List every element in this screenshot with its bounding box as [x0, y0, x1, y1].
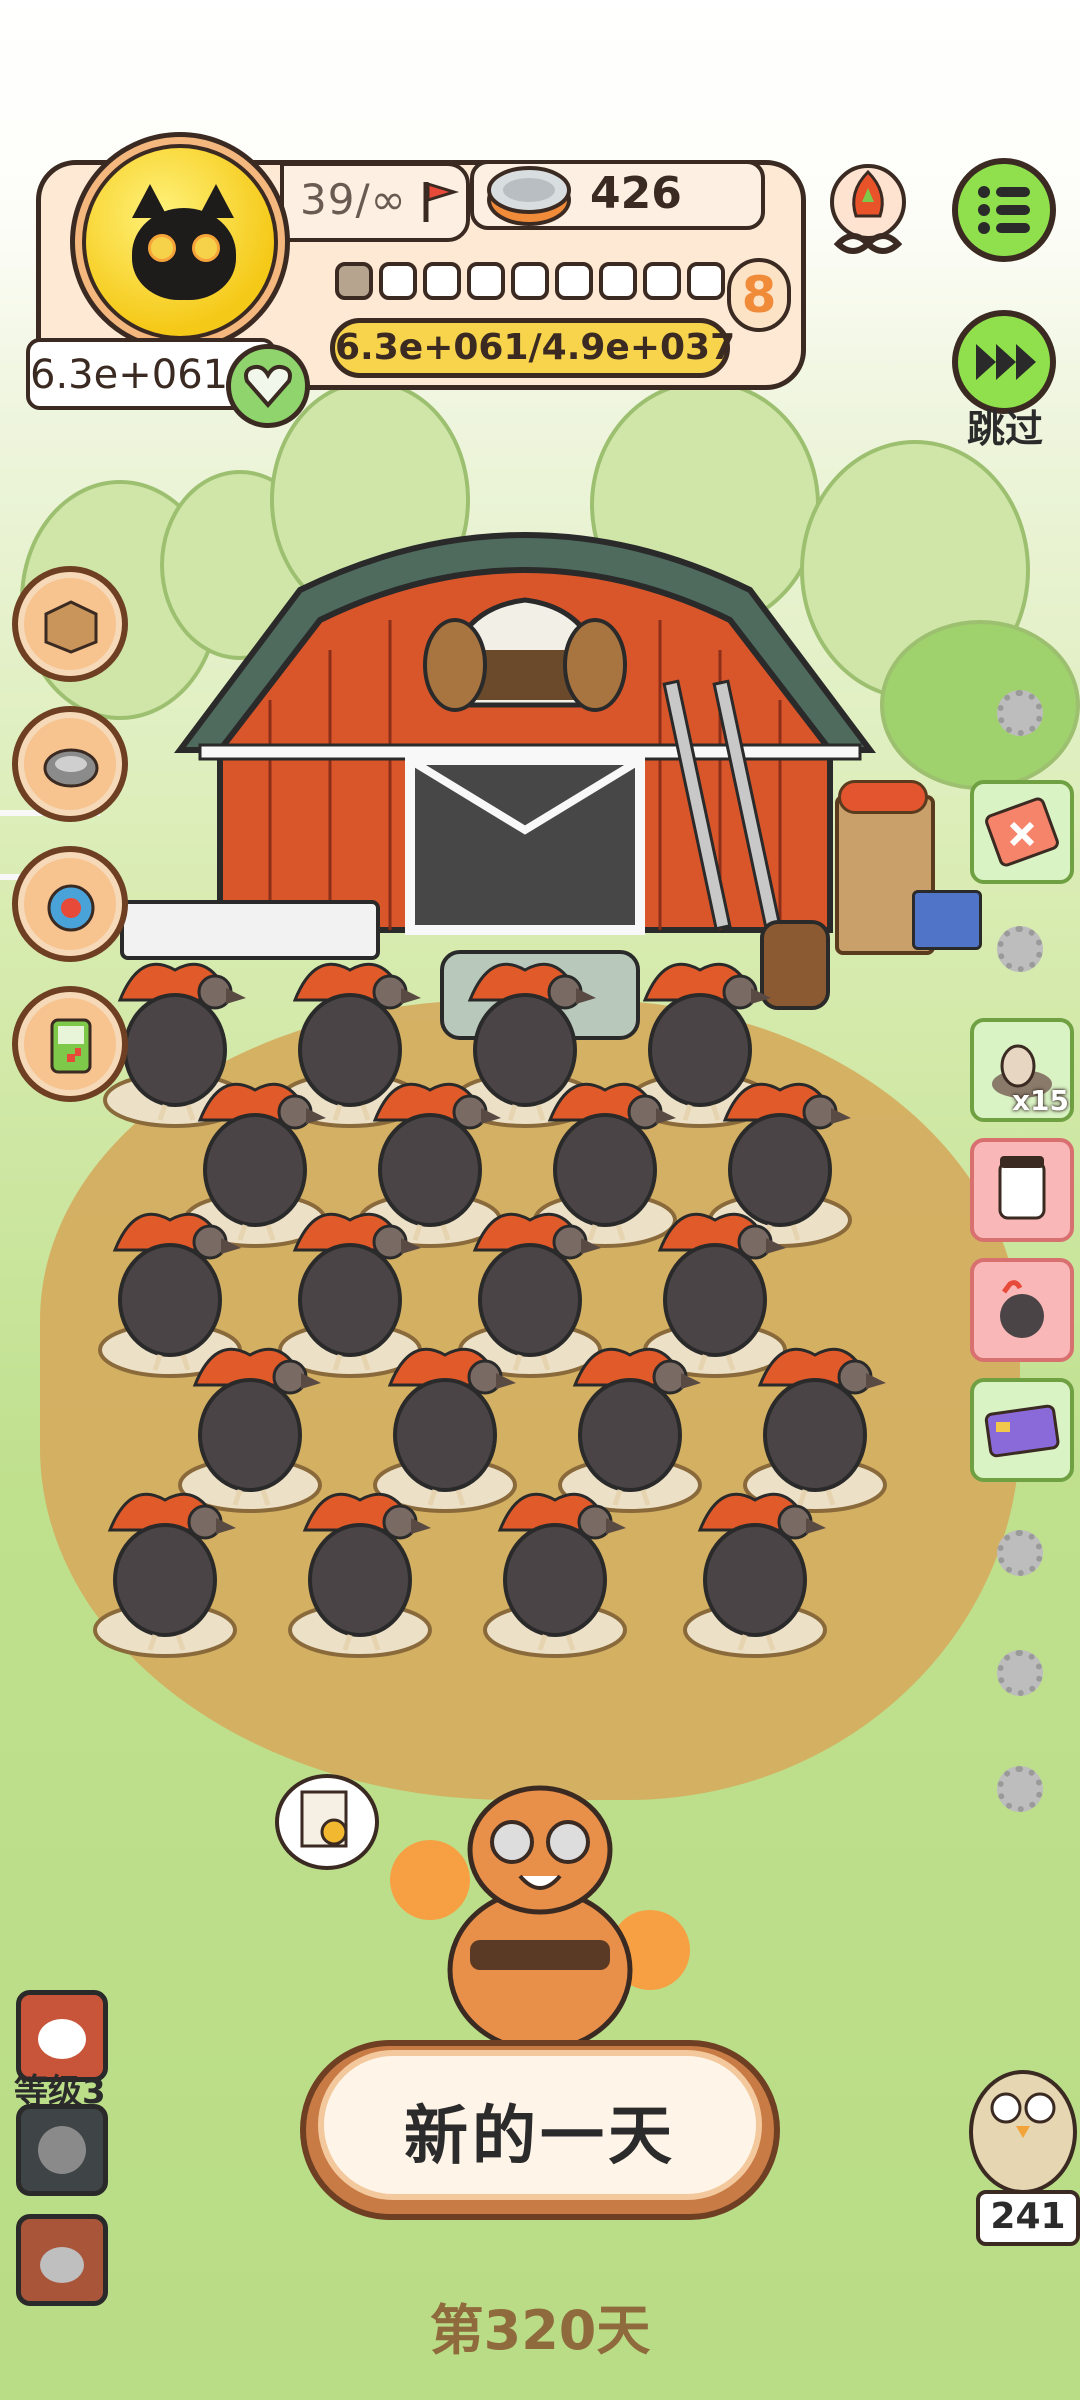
- progress-dot: [555, 262, 593, 300]
- gear-icon: [997, 1766, 1043, 1812]
- box-button[interactable]: [12, 566, 128, 682]
- item-multiplier: x15: [1012, 1084, 1070, 1117]
- food-bowl-icon: [43, 748, 99, 788]
- gear-icon: [997, 926, 1043, 972]
- heart-bird-icon: [1000, 1280, 1044, 1338]
- progress-dot: [335, 262, 373, 300]
- egg-nest-card[interactable]: x15: [970, 1018, 1074, 1122]
- day-counter: 第320天: [429, 2299, 651, 2362]
- progress-dot: [379, 262, 417, 300]
- gear-icon: [997, 690, 1043, 736]
- turkey-flock[interactable]: [80, 950, 980, 1730]
- fish-bowl-button[interactable]: [16, 2104, 108, 2196]
- owl-bird-icon[interactable]: [966, 2056, 1080, 2196]
- credit-card-icon: [984, 1404, 1060, 1458]
- menu-list-icon: [978, 186, 1030, 234]
- heart-down-icon: [244, 364, 292, 409]
- gameboy-icon: [50, 1018, 92, 1074]
- progress-dot: [687, 262, 725, 300]
- cat-eye: [148, 234, 176, 262]
- heart-bird-card[interactable]: [970, 1258, 1074, 1362]
- certificate-bubble-icon[interactable]: [272, 1770, 382, 1880]
- gear-icon: [997, 1650, 1043, 1696]
- cat-food-can-icon: [487, 166, 571, 226]
- jar-icon: [998, 1156, 1046, 1220]
- gold-value: 6.3e+061: [30, 352, 229, 398]
- progress-dot: [511, 262, 549, 300]
- progress-dot: [467, 262, 505, 300]
- food-bowl-button[interactable]: [12, 706, 128, 822]
- progress-dot: [643, 262, 681, 300]
- ticket-card[interactable]: [970, 780, 1074, 884]
- infinity-fire-badge-icon[interactable]: [818, 158, 918, 258]
- pouch-icon: [40, 2247, 84, 2283]
- fish-icon: [38, 2126, 86, 2174]
- heart-dropdown-button[interactable]: [226, 344, 310, 428]
- pouch-button[interactable]: [16, 2214, 108, 2306]
- bush: [880, 620, 1080, 790]
- currency-value: 426: [590, 168, 682, 219]
- box-icon: [44, 600, 98, 654]
- level-text: 39/∞: [300, 175, 407, 224]
- progress-dots: [335, 262, 725, 308]
- menu-button[interactable]: [952, 158, 1056, 262]
- apples: [838, 780, 928, 814]
- timer-button[interactable]: [12, 846, 128, 962]
- stage-badge: 8: [727, 258, 791, 332]
- progress-pill: 6.3e+061/4.9e+037: [330, 318, 735, 378]
- jar-card[interactable]: [970, 1138, 1074, 1242]
- gameboy-button[interactable]: [12, 986, 128, 1102]
- credit-card-card[interactable]: [970, 1378, 1074, 1482]
- new-day-label[interactable]: 新的一天: [318, 2085, 762, 2177]
- progress-dot: [423, 262, 461, 300]
- timer-icon: [47, 884, 95, 932]
- cat-head: [132, 208, 236, 300]
- fast-forward-icon: [976, 344, 1036, 380]
- flag-icon: [423, 181, 460, 222]
- ticket-icon: [985, 797, 1059, 867]
- skip-label[interactable]: 跳过: [950, 398, 1060, 453]
- progress-dot: [599, 262, 637, 300]
- cat-eye: [192, 234, 220, 262]
- black-cat-avatar[interactable]: [82, 144, 278, 340]
- goggle-cat-mascot[interactable]: [380, 1760, 700, 2040]
- bird-count: 241: [990, 2196, 1066, 2237]
- gear-icon: [997, 1530, 1043, 1576]
- picnic-basket: [912, 890, 982, 950]
